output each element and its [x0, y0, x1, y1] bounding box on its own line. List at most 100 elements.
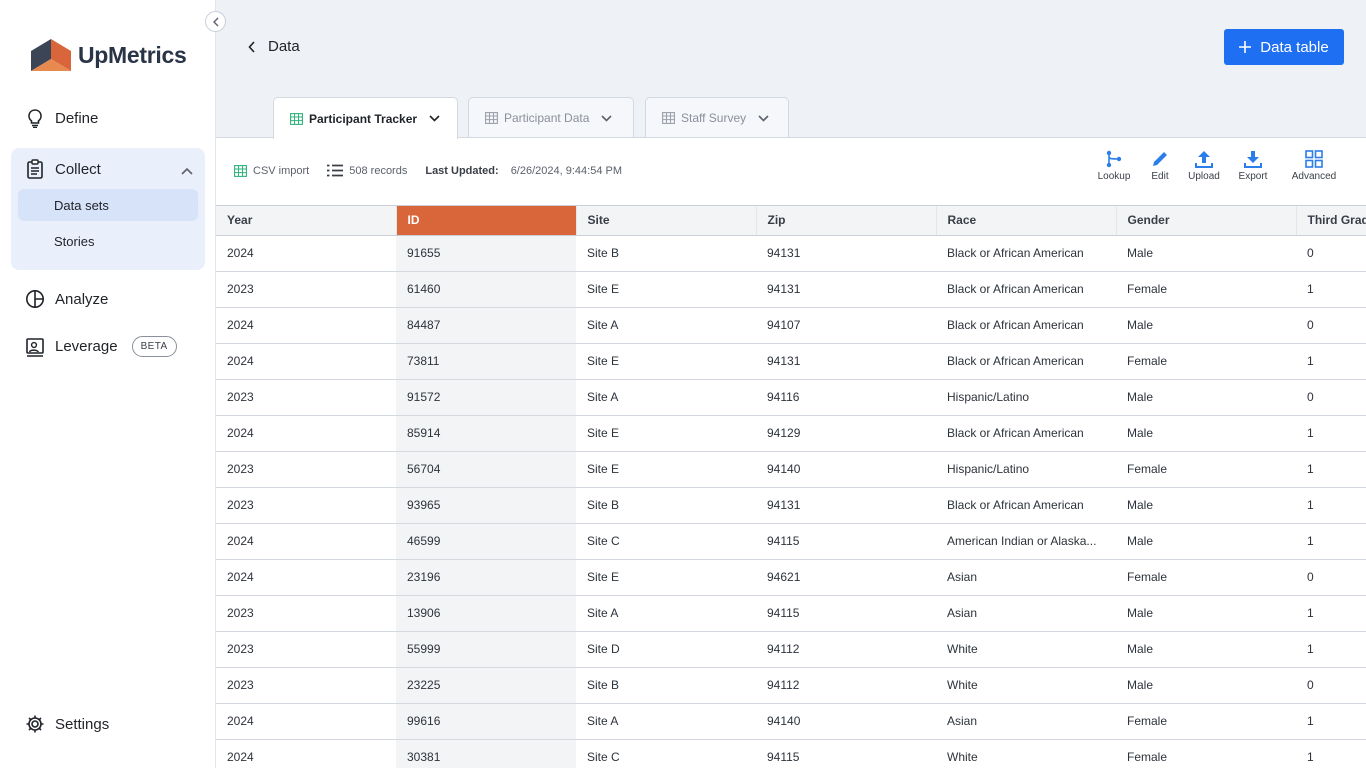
chevron-up-icon[interactable]: [181, 162, 193, 179]
table-cell[interactable]: Female: [1116, 739, 1296, 768]
table-cell[interactable]: Site B: [576, 667, 756, 704]
table-cell[interactable]: Site C: [576, 523, 756, 560]
collapse-sidebar-button[interactable]: [205, 11, 226, 32]
table-cell[interactable]: Site E: [576, 415, 756, 452]
table-cell[interactable]: Site C: [576, 739, 756, 768]
table-cell[interactable]: 94131: [756, 343, 936, 380]
table-cell[interactable]: 84487: [396, 307, 576, 344]
sidebar-item-data-sets[interactable]: Data sets: [18, 189, 198, 221]
table-cell[interactable]: 2023: [216, 271, 396, 308]
table-cell[interactable]: 1: [1296, 415, 1366, 452]
table-row[interactable]: 2024 23196 Site E 94621 Asian Female 0: [216, 559, 1366, 596]
table-cell[interactable]: 94129: [756, 415, 936, 452]
table-cell[interactable]: 94131: [756, 235, 936, 272]
table-cell[interactable]: 55999: [396, 631, 576, 668]
table-cell[interactable]: 2024: [216, 703, 396, 740]
table-cell[interactable]: Site E: [576, 451, 756, 488]
table-cell[interactable]: 46599: [396, 523, 576, 560]
edit-button[interactable]: Edit: [1140, 150, 1180, 182]
table-cell[interactable]: 99616: [396, 703, 576, 740]
table-cell[interactable]: 94116: [756, 379, 936, 416]
table-cell[interactable]: Site E: [576, 559, 756, 596]
table-cell[interactable]: 0: [1296, 307, 1366, 344]
table-cell[interactable]: 1: [1296, 451, 1366, 488]
table-cell[interactable]: 0: [1296, 379, 1366, 416]
table-cell[interactable]: 94115: [756, 739, 936, 768]
table-cell[interactable]: Hispanic/Latino: [936, 451, 1116, 488]
table-cell[interactable]: Site A: [576, 703, 756, 740]
table-cell[interactable]: Site D: [576, 631, 756, 668]
table-cell[interactable]: Female: [1116, 559, 1296, 596]
table-cell[interactable]: Black or African American: [936, 235, 1116, 272]
table-cell[interactable]: Male: [1116, 667, 1296, 704]
table-row[interactable]: 2023 23225 Site B 94112 White Male 0: [216, 667, 1366, 704]
table-cell[interactable]: Black or African American: [936, 487, 1116, 524]
chevron-down-icon[interactable]: [758, 114, 769, 122]
table-cell[interactable]: 94107: [756, 307, 936, 344]
table-cell[interactable]: 2024: [216, 523, 396, 560]
table-cell[interactable]: 0: [1296, 559, 1366, 596]
table-row[interactable]: 2023 91572 Site A 94116 Hispanic/Latino Male 0: [216, 379, 1366, 416]
table-cell[interactable]: 1: [1296, 343, 1366, 380]
table-cell[interactable]: 2024: [216, 235, 396, 272]
table-cell[interactable]: Female: [1116, 451, 1296, 488]
table-row[interactable]: 2024 85914 Site E 94129 Black or African Ame…: [216, 415, 1366, 452]
table-cell[interactable]: White: [936, 667, 1116, 704]
table-row[interactable]: 2024 84487 Site A 94107 Black or African Ame…: [216, 307, 1366, 344]
table-cell[interactable]: American Indian or Alaska...: [936, 523, 1116, 560]
table-cell[interactable]: 23196: [396, 559, 576, 596]
table-cell[interactable]: 2023: [216, 487, 396, 524]
data-table-container[interactable]: Year ID Site Zip Race Gender Third Grade…: [216, 205, 1366, 768]
table-cell[interactable]: Asian: [936, 595, 1116, 632]
table-row[interactable]: 2024 99616 Site A 94140 Asian Female 1: [216, 703, 1366, 740]
table-row[interactable]: 2023 13906 Site A 94115 Asian Male 1: [216, 595, 1366, 632]
table-cell[interactable]: Male: [1116, 487, 1296, 524]
table-cell[interactable]: 13906: [396, 595, 576, 632]
chevron-down-icon[interactable]: [601, 114, 612, 122]
table-cell[interactable]: Site E: [576, 271, 756, 308]
table-cell[interactable]: Male: [1116, 415, 1296, 452]
table-cell[interactable]: 2023: [216, 379, 396, 416]
table-cell[interactable]: Black or African American: [936, 307, 1116, 344]
table-cell[interactable]: 2024: [216, 343, 396, 380]
column-header-race[interactable]: Race: [936, 206, 1117, 236]
nav-leverage[interactable]: Leverage BETA: [25, 336, 177, 357]
table-cell[interactable]: 1: [1296, 271, 1366, 308]
table-cell[interactable]: 1: [1296, 631, 1366, 668]
table-cell[interactable]: Female: [1116, 703, 1296, 740]
table-cell[interactable]: 94140: [756, 451, 936, 488]
table-cell[interactable]: 0: [1296, 667, 1366, 704]
nav-analyze[interactable]: Analyze: [25, 289, 108, 309]
table-cell[interactable]: Male: [1116, 631, 1296, 668]
table-cell[interactable]: 23225: [396, 667, 576, 704]
table-row[interactable]: 2023 56704 Site E 94140 Hispanic/Latino Femal…: [216, 451, 1366, 488]
export-button[interactable]: Export: [1228, 150, 1278, 182]
table-cell[interactable]: Male: [1116, 379, 1296, 416]
sidebar-item-stories[interactable]: Stories: [18, 225, 198, 257]
table-cell[interactable]: Black or African American: [936, 343, 1116, 380]
column-header-zip[interactable]: Zip: [756, 206, 937, 236]
table-cell[interactable]: Black or African American: [936, 415, 1116, 452]
table-cell[interactable]: Asian: [936, 703, 1116, 740]
table-cell[interactable]: 2024: [216, 739, 396, 768]
table-cell[interactable]: 94140: [756, 703, 936, 740]
table-row[interactable]: 2024 73811 Site E 94131 Black or African Ame…: [216, 343, 1366, 380]
table-cell[interactable]: Site B: [576, 235, 756, 272]
table-cell[interactable]: Site B: [576, 487, 756, 524]
table-cell[interactable]: 2023: [216, 667, 396, 704]
table-cell[interactable]: 93965: [396, 487, 576, 524]
table-row[interactable]: 2023 55999 Site D 94112 White Male 1: [216, 631, 1366, 668]
add-data-table-button[interactable]: Data table: [1224, 29, 1344, 65]
table-cell[interactable]: Male: [1116, 523, 1296, 560]
column-header-id[interactable]: ID: [396, 206, 577, 236]
nav-define[interactable]: Define: [25, 108, 98, 128]
table-cell[interactable]: 2023: [216, 631, 396, 668]
table-cell[interactable]: 2024: [216, 559, 396, 596]
lookup-button[interactable]: Lookup: [1092, 150, 1136, 182]
table-cell[interactable]: Black or African American: [936, 271, 1116, 308]
table-cell[interactable]: 73811: [396, 343, 576, 380]
table-cell[interactable]: Hispanic/Latino: [936, 379, 1116, 416]
tab-participant-data[interactable]: Participant Data: [468, 97, 634, 138]
table-row[interactable]: 2024 91655 Site B 94131 Black or African Ame…: [216, 235, 1366, 272]
column-header-third-grade[interactable]: Third Grade: [1296, 206, 1366, 236]
